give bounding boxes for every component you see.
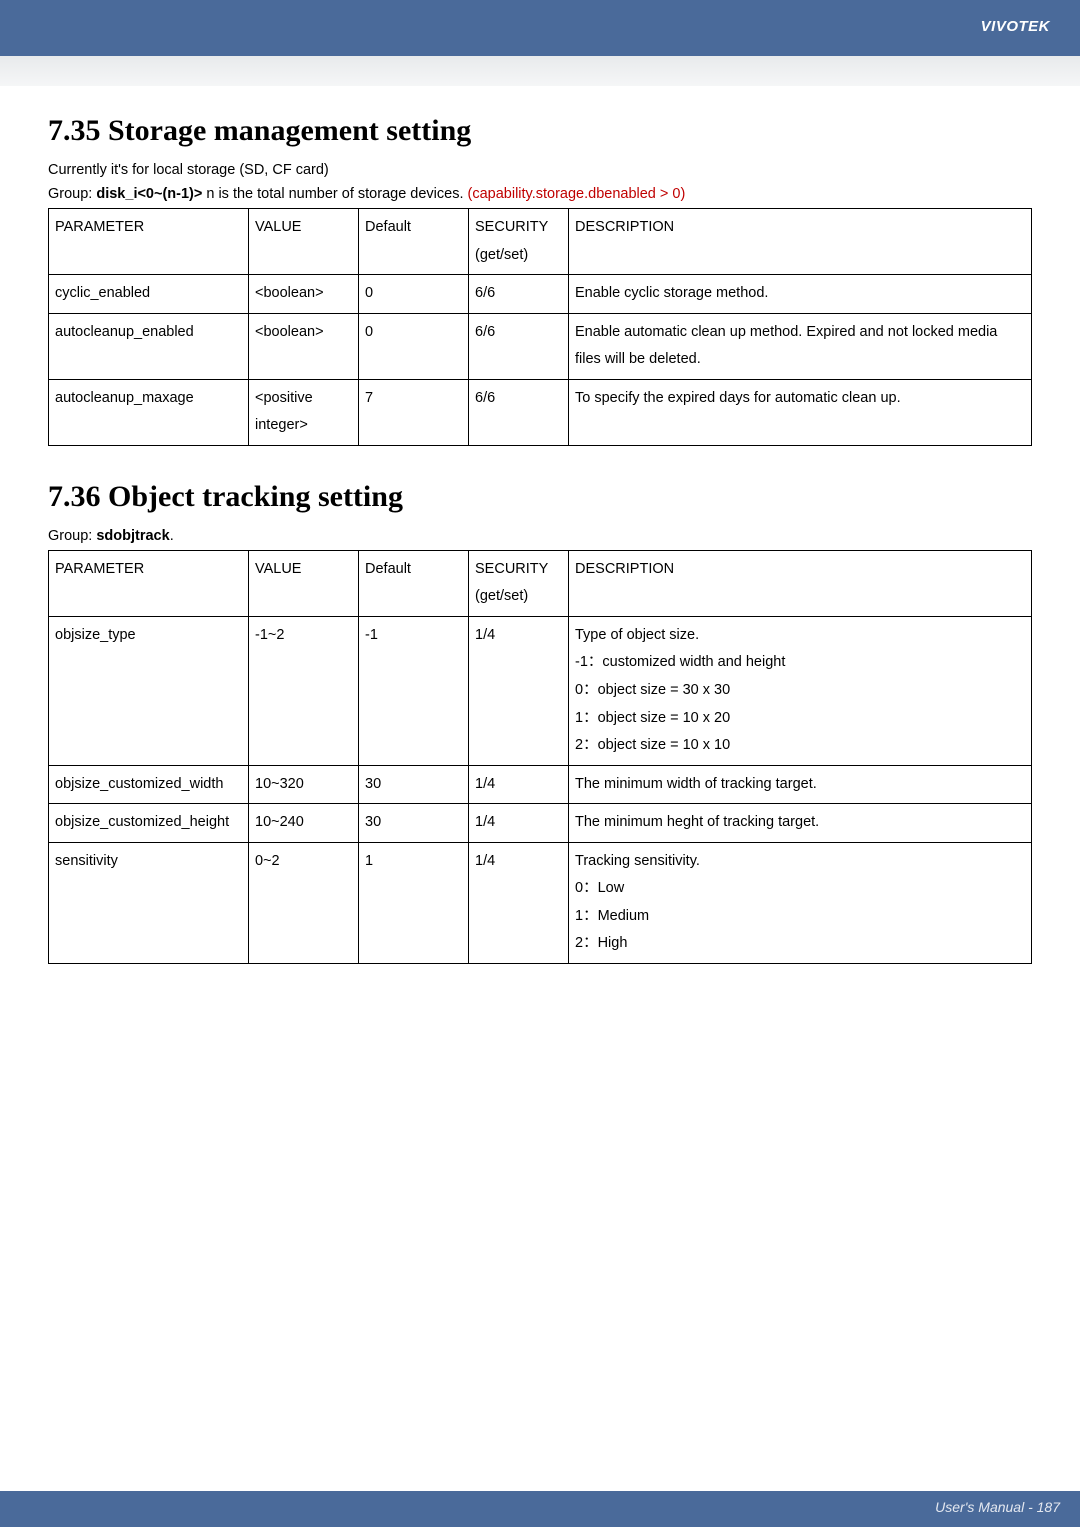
- table-row: objsize_customized_height 10~240 30 1/4 …: [49, 804, 1032, 843]
- page-number: User's Manual - 187: [935, 1499, 1060, 1515]
- cell-default: 1: [359, 842, 469, 963]
- group-prefix: Group:: [48, 186, 96, 202]
- cell-default: -1: [359, 616, 469, 765]
- table-header-row: PARAMETER VALUE Default SECURITY (get/se…: [49, 209, 1032, 275]
- cell-param: objsize_customized_height: [49, 804, 249, 843]
- storage-note: Currently it's for local storage (SD, CF…: [48, 162, 1032, 178]
- cell-value: 0~2: [249, 842, 359, 963]
- desc-line: 1：object size = 10 x 20: [575, 705, 1025, 733]
- table-row: cyclic_enabled <boolean> 0 6/6 Enable cy…: [49, 275, 1032, 314]
- header-strip: [0, 56, 1080, 86]
- th-security-2: (get/set): [475, 588, 528, 604]
- cell-desc: Enable automatic clean up method. Expire…: [569, 313, 1032, 379]
- cell-default: 0: [359, 313, 469, 379]
- th-parameter: PARAMETER: [49, 550, 249, 616]
- cell-desc: The minimum heght of tracking target.: [569, 804, 1032, 843]
- cell-value: <boolean>: [249, 313, 359, 379]
- cell-security: 6/6: [469, 379, 569, 445]
- cell-value: -1~2: [249, 616, 359, 765]
- page-header: VIVOTEK: [0, 0, 1080, 56]
- cell-param: autocleanup_maxage: [49, 379, 249, 445]
- desc-line: Type of object size.: [575, 622, 1025, 650]
- cell-param: cyclic_enabled: [49, 275, 249, 314]
- table-header-row: PARAMETER VALUE Default SECURITY (get/se…: [49, 550, 1032, 616]
- cell-value: 10~320: [249, 765, 359, 804]
- cell-param: objsize_customized_width: [49, 765, 249, 804]
- th-description: DESCRIPTION: [569, 209, 1032, 275]
- group-suffix: .: [170, 528, 174, 544]
- cell-security: 1/4: [469, 616, 569, 765]
- th-value: VALUE: [249, 550, 359, 616]
- cell-value: 10~240: [249, 804, 359, 843]
- table-row: sensitivity 0~2 1 1/4 Tracking sensitivi…: [49, 842, 1032, 963]
- table-row: objsize_type -1~2 -1 1/4 Type of object …: [49, 616, 1032, 765]
- cell-desc: To specify the expired days for automati…: [569, 379, 1032, 445]
- th-default: Default: [359, 209, 469, 275]
- cell-default: 7: [359, 379, 469, 445]
- tracking-group-line: Group: sdobjtrack.: [48, 528, 1032, 544]
- cell-default: 0: [359, 275, 469, 314]
- cell-security: 1/4: [469, 765, 569, 804]
- th-security: SECURITY (get/set): [469, 550, 569, 616]
- group-red: (capability.storage.dbenabled > 0): [468, 186, 686, 202]
- th-security: SECURITY (get/set): [469, 209, 569, 275]
- cell-security: 1/4: [469, 842, 569, 963]
- cell-security: 1/4: [469, 804, 569, 843]
- th-security-2: (get/set): [475, 247, 528, 263]
- cell-default: 30: [359, 765, 469, 804]
- cell-desc: Enable cyclic storage method.: [569, 275, 1032, 314]
- th-security-1: SECURITY: [475, 219, 548, 235]
- storage-group-line: Group: disk_i<0~(n-1)> n is the total nu…: [48, 186, 1032, 202]
- cell-security: 6/6: [469, 275, 569, 314]
- desc-line: 0：object size = 30 x 30: [575, 677, 1025, 705]
- section-title-storage: 7.35 Storage management setting: [48, 114, 1032, 148]
- page-footer: User's Manual - 187: [0, 1491, 1080, 1527]
- cell-desc: Tracking sensitivity. 0：Low 1：Medium 2：H…: [569, 842, 1032, 963]
- desc-line: -1：customized width and height: [575, 649, 1025, 677]
- desc-line: The minimum heght of tracking target.: [575, 809, 1025, 837]
- cell-value: <positive integer>: [249, 379, 359, 445]
- desc-line: 2：High: [575, 930, 1025, 958]
- th-description: DESCRIPTION: [569, 550, 1032, 616]
- table-row: autocleanup_maxage <positive integer> 7 …: [49, 379, 1032, 445]
- th-value: VALUE: [249, 209, 359, 275]
- cell-desc: Type of object size. -1：customized width…: [569, 616, 1032, 765]
- desc-line: 2：object size = 10 x 10: [575, 732, 1025, 760]
- group-bold: sdobjtrack: [96, 528, 169, 544]
- th-parameter: PARAMETER: [49, 209, 249, 275]
- group-bold: disk_i<0~(n-1)>: [96, 186, 202, 202]
- table-row: objsize_customized_width 10~320 30 1/4 T…: [49, 765, 1032, 804]
- th-default: Default: [359, 550, 469, 616]
- tracking-table: PARAMETER VALUE Default SECURITY (get/se…: [48, 550, 1032, 964]
- desc-line: The minimum width of tracking target.: [575, 771, 1025, 799]
- group-rest: n is the total number of storage devices…: [202, 186, 467, 202]
- section-title-tracking: 7.36 Object tracking setting: [48, 480, 1032, 514]
- cell-desc: The minimum width of tracking target.: [569, 765, 1032, 804]
- group-prefix: Group:: [48, 528, 96, 544]
- cell-param: autocleanup_enabled: [49, 313, 249, 379]
- desc-line: 1：Medium: [575, 903, 1025, 931]
- cell-param: sensitivity: [49, 842, 249, 963]
- brand-label: VIVOTEK: [981, 18, 1050, 35]
- cell-value: <boolean>: [249, 275, 359, 314]
- page-content: 7.35 Storage management setting Currentl…: [0, 86, 1080, 964]
- desc-line: 0：Low: [575, 875, 1025, 903]
- cell-security: 6/6: [469, 313, 569, 379]
- storage-table: PARAMETER VALUE Default SECURITY (get/se…: [48, 208, 1032, 446]
- desc-line: Tracking sensitivity.: [575, 848, 1025, 876]
- table-row: autocleanup_enabled <boolean> 0 6/6 Enab…: [49, 313, 1032, 379]
- cell-param: objsize_type: [49, 616, 249, 765]
- th-security-1: SECURITY: [475, 561, 548, 577]
- cell-default: 30: [359, 804, 469, 843]
